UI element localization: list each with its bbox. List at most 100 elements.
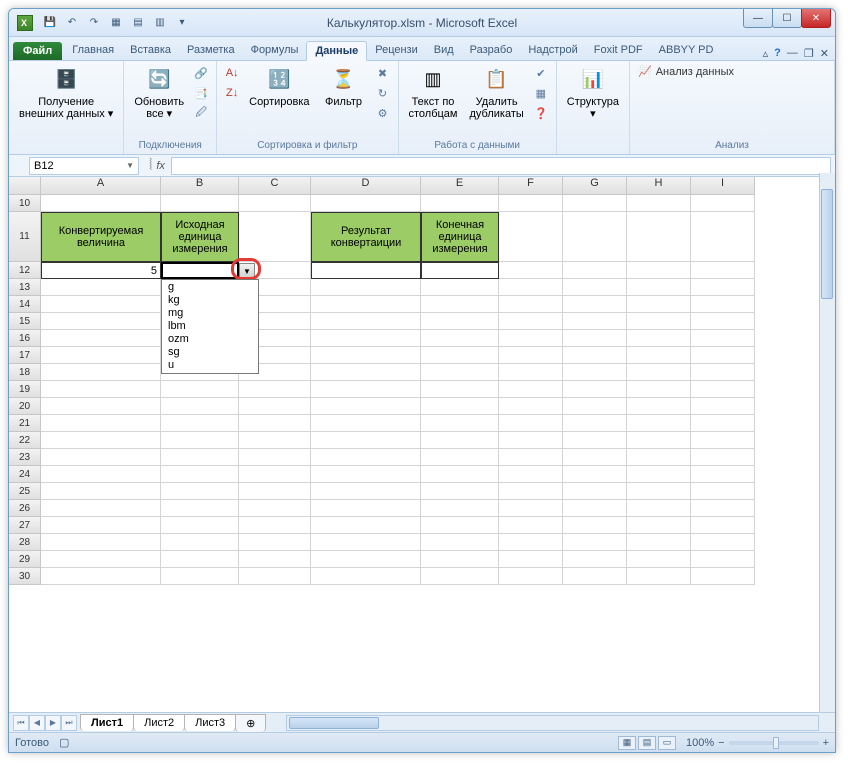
- name-box[interactable]: B12 ▼: [29, 157, 139, 175]
- cell-C11[interactable]: [239, 212, 311, 262]
- save-icon[interactable]: 💾: [41, 14, 59, 32]
- row-header-12[interactable]: 12: [9, 262, 41, 279]
- cell-G24[interactable]: [563, 466, 627, 483]
- col-header-A[interactable]: A: [41, 177, 161, 195]
- col-header-C[interactable]: C: [239, 177, 311, 195]
- page-layout-icon[interactable]: ▤: [638, 736, 656, 750]
- cell-E18[interactable]: [421, 364, 499, 381]
- clear-filter-icon[interactable]: ✖: [374, 64, 392, 82]
- cell-F20[interactable]: [499, 398, 563, 415]
- cell-C20[interactable]: [239, 398, 311, 415]
- cell-C29[interactable]: [239, 551, 311, 568]
- qat-btn[interactable]: ▦: [107, 14, 125, 32]
- cell-I13[interactable]: [691, 279, 755, 296]
- zoom-thumb[interactable]: [773, 737, 779, 749]
- cell-B24[interactable]: [161, 466, 239, 483]
- validation-dropdown-button[interactable]: ▼: [239, 263, 255, 279]
- row-header-20[interactable]: 20: [9, 398, 41, 415]
- cell-H26[interactable]: [627, 500, 691, 517]
- cell-H10[interactable]: [627, 195, 691, 212]
- cell-I23[interactable]: [691, 449, 755, 466]
- cell-C28[interactable]: [239, 534, 311, 551]
- cell-D27[interactable]: [311, 517, 421, 534]
- zoom-out-icon[interactable]: −: [718, 737, 724, 749]
- mdi-close-icon[interactable]: ✕: [820, 47, 829, 60]
- cell-H23[interactable]: [627, 449, 691, 466]
- dropdown-item[interactable]: ozm: [162, 333, 258, 346]
- col-header-B[interactable]: B: [161, 177, 239, 195]
- col-header-F[interactable]: F: [499, 177, 563, 195]
- row-header-17[interactable]: 17: [9, 347, 41, 364]
- dropdown-item[interactable]: kg: [162, 294, 258, 307]
- ribbon-min-icon[interactable]: ▵: [763, 47, 769, 60]
- consolidate-icon[interactable]: ▦: [532, 84, 550, 102]
- cell-A27[interactable]: [41, 517, 161, 534]
- col-header-D[interactable]: D: [311, 177, 421, 195]
- cell-B30[interactable]: [161, 568, 239, 585]
- mdi-restore-icon[interactable]: ❐: [804, 47, 814, 60]
- scroll-thumb[interactable]: [289, 717, 379, 729]
- cell-F12[interactable]: [499, 262, 563, 279]
- scroll-thumb[interactable]: [821, 189, 833, 299]
- cell-B29[interactable]: [161, 551, 239, 568]
- cell-B22[interactable]: [161, 432, 239, 449]
- cell-H13[interactable]: [627, 279, 691, 296]
- cell-A23[interactable]: [41, 449, 161, 466]
- outline-button[interactable]: 📊 Структура ▾: [563, 64, 623, 122]
- ribbon-tab-данные[interactable]: Данные: [306, 41, 367, 61]
- cell-H14[interactable]: [627, 296, 691, 313]
- cell-I18[interactable]: [691, 364, 755, 381]
- cell-G26[interactable]: [563, 500, 627, 517]
- cell-I21[interactable]: [691, 415, 755, 432]
- cell-C24[interactable]: [239, 466, 311, 483]
- cell-D16[interactable]: [311, 330, 421, 347]
- editlinks-icon[interactable]: 🖉: [192, 104, 210, 122]
- row-header-10[interactable]: 10: [9, 195, 41, 212]
- cell-F10[interactable]: [499, 195, 563, 212]
- cell-H25[interactable]: [627, 483, 691, 500]
- cell-G21[interactable]: [563, 415, 627, 432]
- cell-F26[interactable]: [499, 500, 563, 517]
- cells-area[interactable]: Конвертируемая величинаИсходная единица …: [41, 195, 835, 585]
- cell-E21[interactable]: [421, 415, 499, 432]
- cell-E22[interactable]: [421, 432, 499, 449]
- cell-F22[interactable]: [499, 432, 563, 449]
- cell-E19[interactable]: [421, 381, 499, 398]
- ribbon-tab-надстрой[interactable]: Надстрой: [520, 41, 585, 60]
- chevron-down-icon[interactable]: ▼: [126, 161, 134, 170]
- macro-icon[interactable]: ▢: [59, 736, 69, 749]
- row-header-28[interactable]: 28: [9, 534, 41, 551]
- cell-A26[interactable]: [41, 500, 161, 517]
- dropdown-item[interactable]: u: [162, 359, 258, 372]
- cell-G13[interactable]: [563, 279, 627, 296]
- cell-E20[interactable]: [421, 398, 499, 415]
- cell-G20[interactable]: [563, 398, 627, 415]
- cell-I27[interactable]: [691, 517, 755, 534]
- cell-F13[interactable]: [499, 279, 563, 296]
- row-header-27[interactable]: 27: [9, 517, 41, 534]
- cell-A13[interactable]: [41, 279, 161, 296]
- cell-G12[interactable]: [563, 262, 627, 279]
- cell-E26[interactable]: [421, 500, 499, 517]
- cell-H16[interactable]: [627, 330, 691, 347]
- row-header-25[interactable]: 25: [9, 483, 41, 500]
- sheet-tab-Лист1[interactable]: Лист1: [80, 714, 134, 731]
- cell-D29[interactable]: [311, 551, 421, 568]
- cell-F11[interactable]: [499, 212, 563, 262]
- cell-G23[interactable]: [563, 449, 627, 466]
- row-header-16[interactable]: 16: [9, 330, 41, 347]
- cell-F23[interactable]: [499, 449, 563, 466]
- formula-input[interactable]: [171, 157, 831, 175]
- cell-D28[interactable]: [311, 534, 421, 551]
- data-analysis-button[interactable]: 📈 Анализ данных: [636, 64, 736, 79]
- cell-B19[interactable]: [161, 381, 239, 398]
- cell-E28[interactable]: [421, 534, 499, 551]
- row-header-30[interactable]: 30: [9, 568, 41, 585]
- cell-H17[interactable]: [627, 347, 691, 364]
- cell-B10[interactable]: [161, 195, 239, 212]
- undo-icon[interactable]: ↶: [63, 14, 81, 32]
- cell-D10[interactable]: [311, 195, 421, 212]
- ribbon-tab-разрабо[interactable]: Разрабо: [462, 41, 521, 60]
- filter-button[interactable]: ⏳ Фильтр: [318, 64, 370, 110]
- cell-H15[interactable]: [627, 313, 691, 330]
